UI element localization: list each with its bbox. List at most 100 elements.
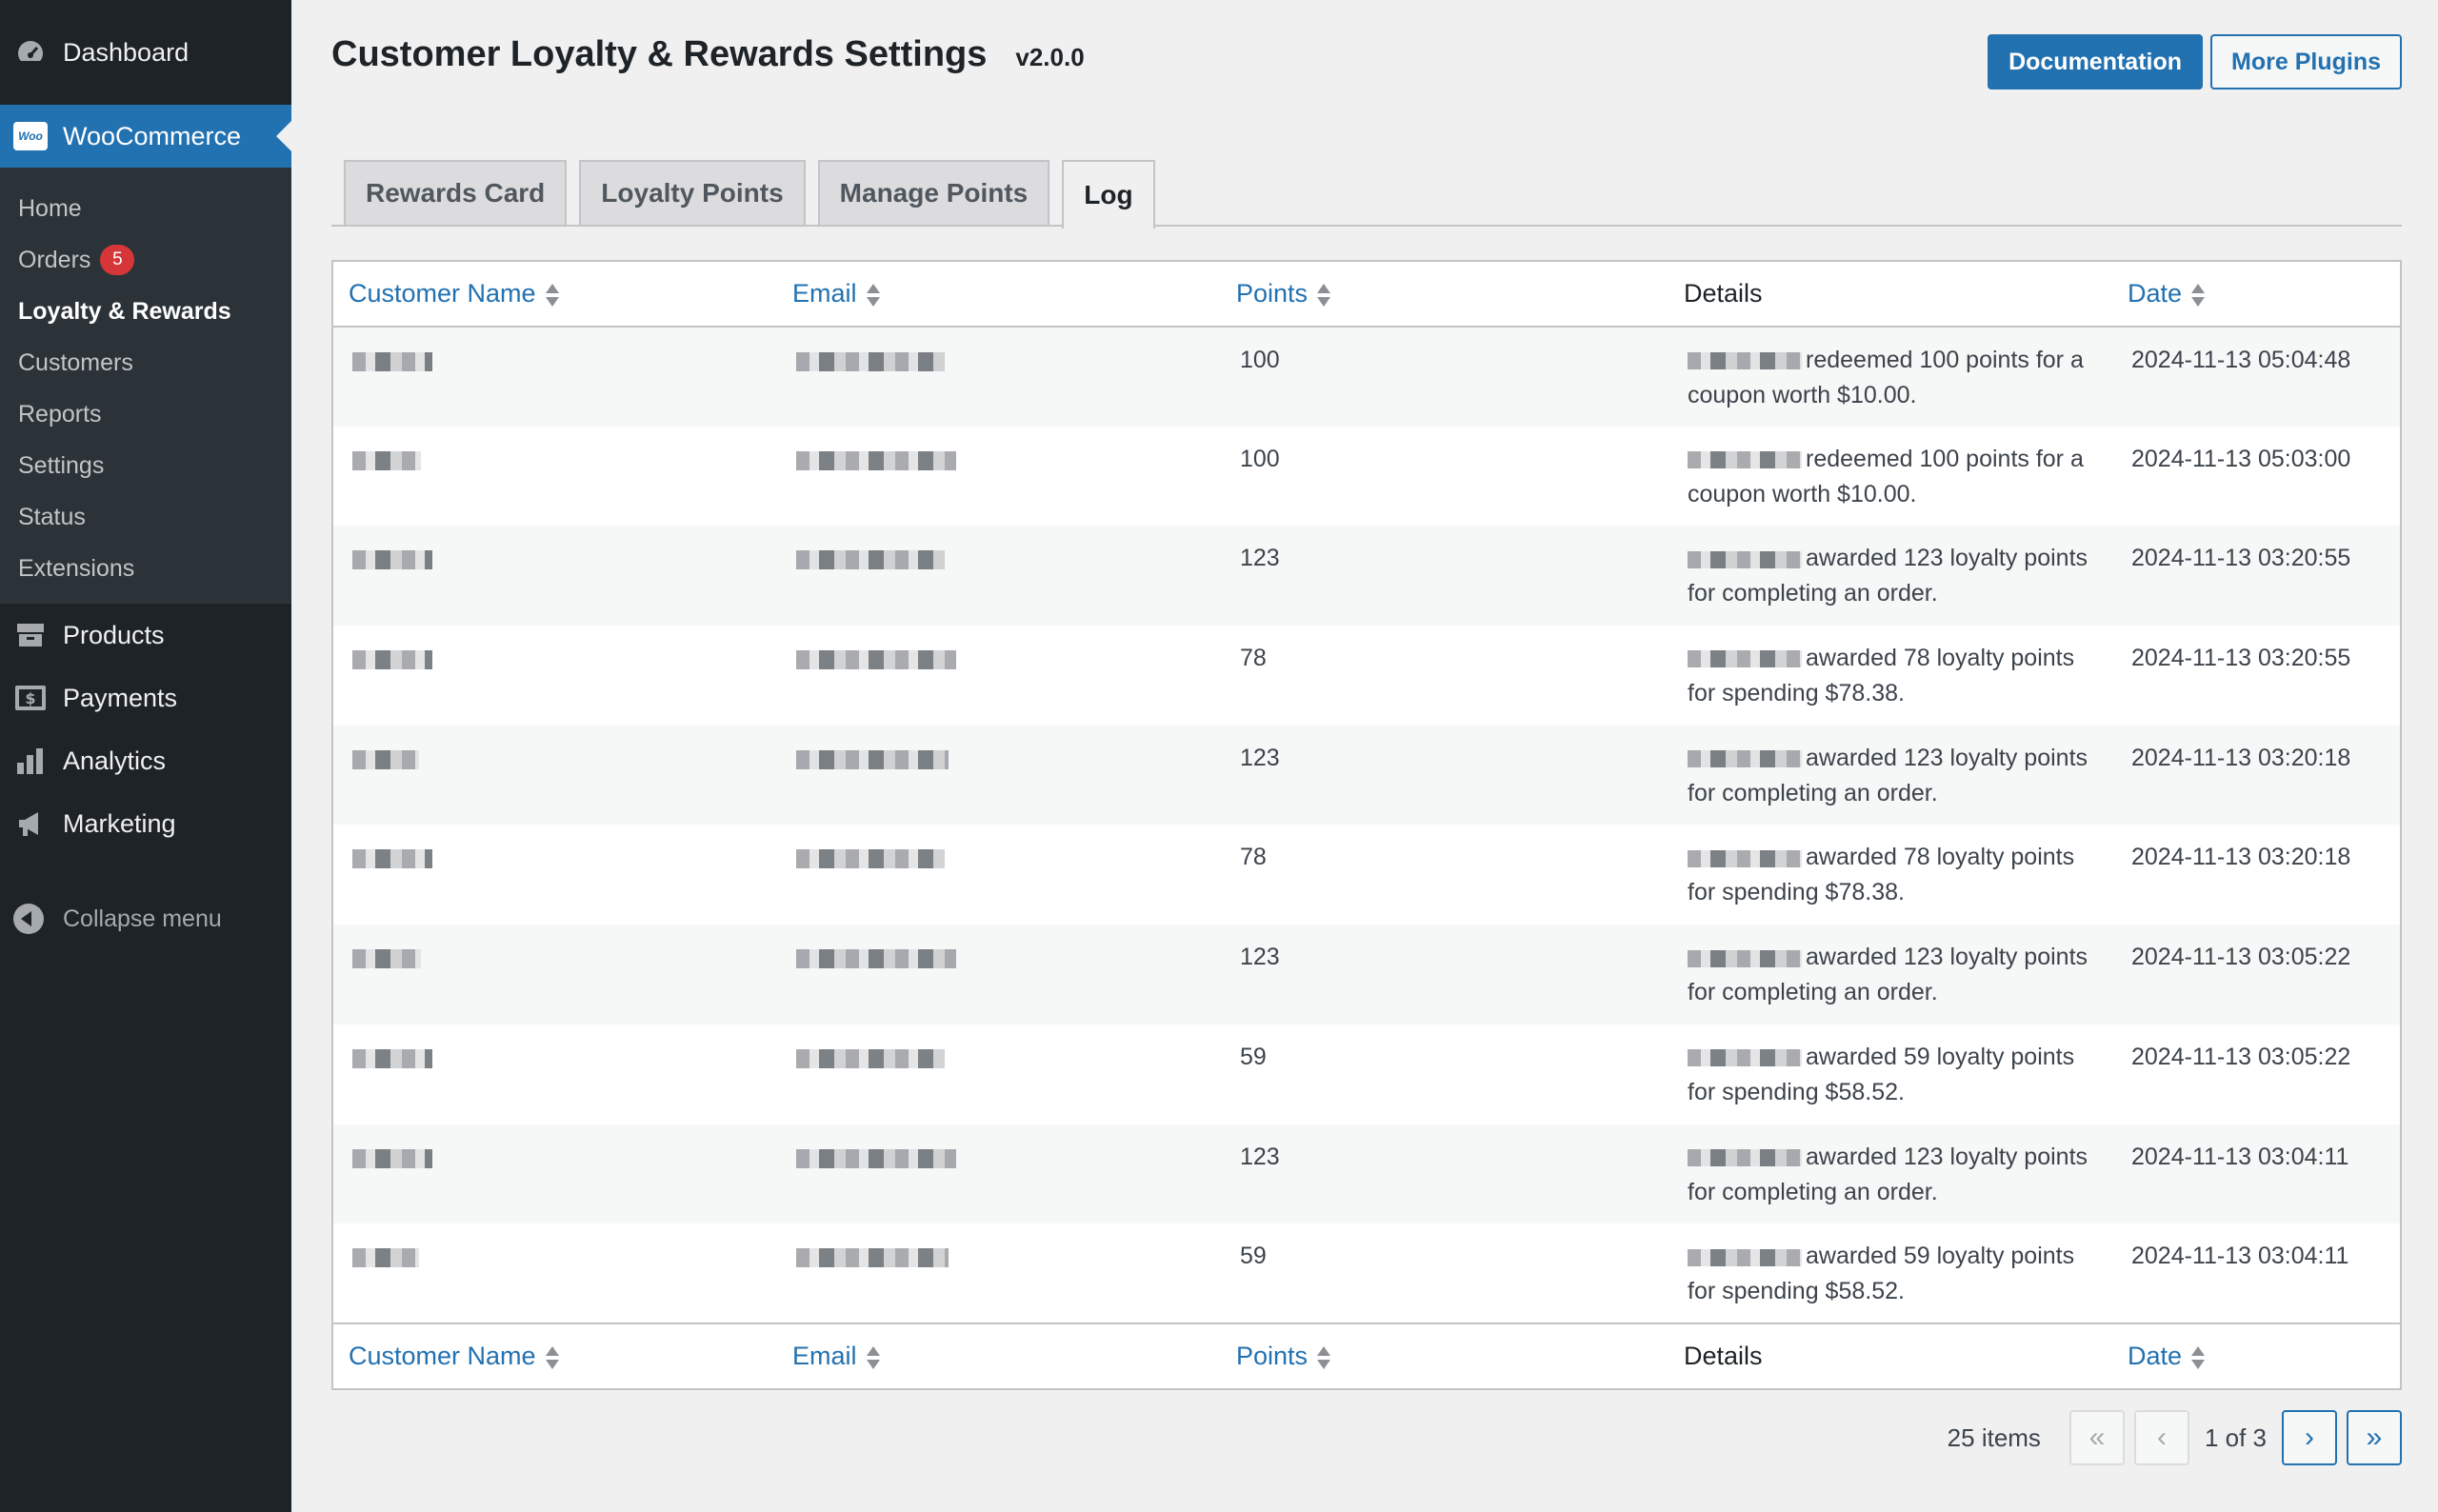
redacted-name: [352, 650, 432, 670]
cell-details: awarded 123 loyalty points for completin…: [1669, 1124, 2112, 1224]
next-page-button[interactable]: ›: [2282, 1410, 2337, 1465]
cell-customer-name: [333, 526, 777, 626]
cell-email: [777, 327, 1221, 427]
points-value: 78: [1240, 844, 1267, 871]
tab-loyalty-points[interactable]: Loyalty Points: [579, 160, 806, 225]
cell-points: 123: [1221, 1124, 1669, 1224]
menu-woocommerce[interactable]: Woo WooCommerce: [0, 105, 291, 168]
sort-icon: [1317, 282, 1331, 308]
footer-column-email[interactable]: Email: [777, 1322, 1221, 1388]
table-row: 123 awarded 123 loyalty points for comple…: [333, 526, 2400, 627]
date-value: 2024-11-13 03:20:55: [2131, 645, 2351, 672]
tab-log[interactable]: Log: [1062, 160, 1155, 229]
sort-icon: [2191, 1344, 2206, 1371]
column-customer-name[interactable]: Customer Name: [333, 262, 777, 328]
woocommerce-submenu: Home Orders 5 Loyalty & Rewards Customers…: [0, 168, 291, 604]
redacted-name: [352, 1148, 432, 1168]
documentation-button[interactable]: Documentation: [1988, 34, 2204, 90]
tab-manage-points[interactable]: Manage Points: [817, 160, 1050, 225]
column-customer-name-label: Customer Name: [349, 279, 536, 308]
redacted-email: [796, 352, 945, 371]
tab-rewards-card[interactable]: Rewards Card: [344, 160, 568, 225]
date-value: 2024-11-13 05:04:48: [2131, 347, 2351, 373]
redacted-customer: [1688, 1049, 1802, 1067]
cell-details: redeemed 100 points for a coupon worth $…: [1669, 427, 2112, 527]
table-row: 78 awarded 78 loyalty points for spending…: [333, 626, 2400, 726]
redacted-customer: [1688, 1248, 1802, 1266]
table-body: 100 redeemed 100 points for a coupon wort…: [333, 327, 2400, 1323]
footer-column-customer-name[interactable]: Customer Name: [333, 1322, 777, 1388]
submenu-loyalty-rewards[interactable]: Loyalty & Rewards: [0, 286, 291, 337]
redacted-name: [352, 550, 432, 570]
cell-customer-name: [333, 726, 777, 826]
cell-customer-name: [333, 1025, 777, 1124]
cell-details: awarded 123 loyalty points for completin…: [1669, 526, 2112, 626]
submenu-customers[interactable]: Customers: [0, 337, 291, 388]
column-email[interactable]: Email: [777, 262, 1221, 328]
last-page-button[interactable]: »: [2347, 1410, 2402, 1465]
cell-details: awarded 59 loyalty points for spending $…: [1669, 1224, 2112, 1323]
cell-points: 123: [1221, 726, 1669, 826]
submenu-settings[interactable]: Settings: [0, 440, 291, 491]
sort-icon: [545, 282, 559, 308]
cell-email: [777, 1025, 1221, 1124]
first-page-button: «: [2068, 1410, 2125, 1465]
footer-column-details-label: Details: [1684, 1341, 1763, 1370]
menu-woocommerce-label: WooCommerce: [63, 121, 242, 150]
cell-date: 2024-11-13 03:20:18: [2112, 825, 2400, 925]
points-value: 123: [1240, 944, 1280, 971]
submenu-extensions-label: Extensions: [18, 554, 135, 582]
cell-details: awarded 59 loyalty points for spending $…: [1669, 1025, 2112, 1124]
column-points-label: Points: [1236, 279, 1309, 308]
submenu-orders[interactable]: Orders 5: [0, 234, 291, 286]
footer-column-points[interactable]: Points: [1221, 1322, 1669, 1388]
redacted-name: [352, 1248, 419, 1268]
submenu-status[interactable]: Status: [0, 491, 291, 543]
menu-payments[interactable]: $ Payments: [0, 666, 291, 729]
submenu-extensions[interactable]: Extensions: [0, 543, 291, 594]
woo-logo-text: Woo: [13, 122, 48, 150]
submenu-reports[interactable]: Reports: [0, 388, 291, 440]
title-row: Customer Loyalty & Rewards Settings v2.0…: [331, 34, 1085, 75]
menu-products[interactable]: Products: [0, 604, 291, 666]
cell-date: 2024-11-13 05:03:00: [2112, 427, 2400, 527]
menu-dashboard-label: Dashboard: [63, 37, 190, 67]
redacted-email: [796, 1048, 945, 1068]
sort-icon: [2191, 282, 2206, 308]
menu-payments-label: Payments: [63, 683, 178, 712]
date-value: 2024-11-13 03:05:22: [2131, 1043, 2351, 1070]
redacted-email: [796, 849, 945, 869]
footer-column-points-label: Points: [1236, 1341, 1309, 1370]
table-row: 100 redeemed 100 points for a coupon wort…: [333, 427, 2400, 527]
sort-icon: [1317, 1344, 1331, 1371]
collapse-menu-label: Collapse menu: [63, 905, 222, 932]
sort-icon: [866, 282, 880, 308]
points-value: 100: [1240, 347, 1280, 373]
pagination: 25 items « ‹ 1 of 3 › »: [1948, 1410, 2402, 1465]
menu-analytics[interactable]: Analytics: [0, 729, 291, 792]
menu-marketing[interactable]: Marketing: [0, 792, 291, 855]
header-actions: Documentation More Plugins: [1988, 34, 2402, 90]
menu-dashboard[interactable]: Dashboard: [0, 0, 291, 105]
cell-points: 78: [1221, 626, 1669, 726]
submenu-home[interactable]: Home: [0, 183, 291, 234]
submenu-customers-label: Customers: [18, 348, 133, 376]
redacted-customer: [1688, 849, 1802, 867]
more-plugins-button[interactable]: More Plugins: [2210, 34, 2402, 90]
collapse-icon: [13, 904, 44, 934]
submenu-loyalty-rewards-label: Loyalty & Rewards: [18, 297, 231, 325]
points-value: 123: [1240, 1143, 1280, 1170]
submenu-status-label: Status: [18, 503, 86, 530]
footer-column-date[interactable]: Date: [2112, 1322, 2400, 1388]
footer-column-date-label: Date: [2128, 1341, 2183, 1370]
cell-points: 100: [1221, 327, 1669, 427]
redacted-email: [796, 550, 945, 570]
column-points[interactable]: Points: [1221, 262, 1669, 328]
collapse-menu-button[interactable]: Collapse menu: [0, 887, 291, 950]
redacted-name: [352, 450, 421, 470]
column-date[interactable]: Date: [2112, 262, 2400, 328]
redacted-email: [796, 1148, 956, 1168]
cell-points: 78: [1221, 825, 1669, 925]
table-footer-row: Customer Name Email Points Details Date: [333, 1322, 2400, 1388]
cell-customer-name: [333, 327, 777, 427]
